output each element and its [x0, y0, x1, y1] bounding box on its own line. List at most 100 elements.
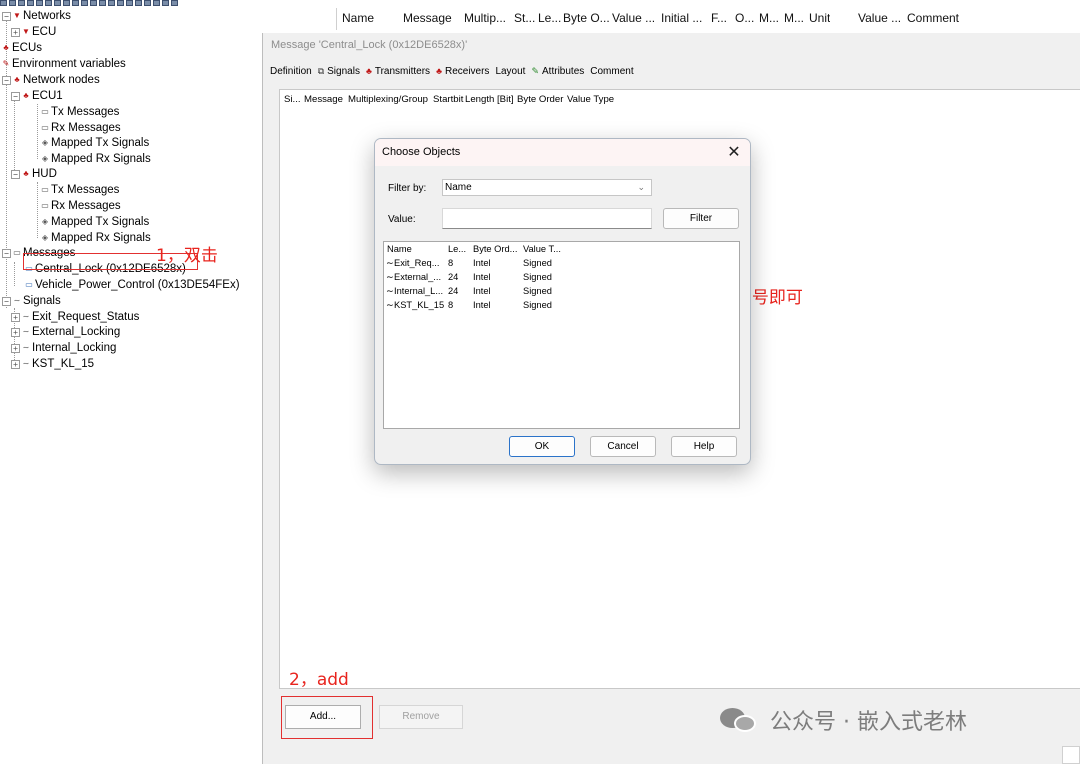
tree-item-network-nodes[interactable]: − ♣ Network nodes: [2, 72, 100, 88]
collapse-icon[interactable]: −: [2, 248, 11, 258]
object-list[interactable]: Name Le... Byte Ord... Value T... ∼ Exit…: [383, 241, 740, 429]
tree-item-ecu1-mapped-tx-signals[interactable]: ◈ Mapped Tx Signals: [41, 135, 149, 151]
column-header[interactable]: Value ...: [858, 11, 901, 25]
column-header[interactable]: Unit: [809, 11, 830, 25]
column-header[interactable]: Name: [387, 244, 412, 254]
column-header[interactable]: Message: [304, 94, 343, 105]
tab-signals[interactable]: ⧉ Signals: [318, 66, 360, 77]
tree-item-ecu-network[interactable]: + ▼ ECU: [11, 24, 56, 40]
tree-item-kst-kl-15[interactable]: + ∼ KST_KL_15: [11, 356, 94, 372]
tree-item-exit-request-status[interactable]: + ∼ Exit_Request_Status: [11, 309, 139, 325]
tree-item-internal-locking[interactable]: + ∼ Internal_Locking: [11, 340, 116, 356]
column-header[interactable]: St...: [514, 11, 535, 25]
expand-icon[interactable]: +: [11, 327, 20, 337]
toolbar-button-icon[interactable]: [144, 0, 151, 6]
cancel-button[interactable]: Cancel: [590, 436, 656, 457]
tab-comment[interactable]: Comment: [590, 66, 633, 77]
tab-layout[interactable]: Layout: [495, 66, 525, 77]
object-row[interactable]: ∼ Exit_Req... 8 Intel Signed: [384, 258, 739, 271]
toolbar-button-icon[interactable]: [171, 0, 178, 6]
close-icon[interactable]: ✕: [724, 142, 744, 162]
tree-item-signals[interactable]: − ∼ Signals: [2, 293, 61, 309]
toolbar-button-icon[interactable]: [162, 0, 169, 6]
collapse-icon[interactable]: −: [11, 169, 20, 179]
expand-icon[interactable]: +: [11, 27, 20, 37]
column-header[interactable]: Value Type: [567, 94, 614, 105]
toolbar-button-icon[interactable]: [81, 0, 88, 6]
toolbar-button-icon[interactable]: [72, 0, 79, 6]
object-row[interactable]: ∼ External_... 24 Intel Signed: [384, 272, 739, 285]
column-header[interactable]: Byte O...: [563, 11, 610, 25]
column-header[interactable]: Value T...: [523, 244, 561, 254]
column-header[interactable]: Multiplexing/Group: [348, 94, 428, 105]
column-header[interactable]: Si...: [284, 94, 301, 105]
collapse-icon[interactable]: −: [2, 75, 11, 85]
column-header[interactable]: Byte Ord...: [473, 244, 517, 254]
column-header[interactable]: Name: [342, 11, 374, 25]
expand-icon[interactable]: +: [11, 343, 20, 353]
tree-item-hud-mapped-tx-signals[interactable]: ◈ Mapped Tx Signals: [41, 214, 149, 230]
collapse-icon[interactable]: −: [11, 91, 20, 101]
object-row[interactable]: ∼ KST_KL_15 8 Intel Signed: [384, 300, 739, 313]
toolbar-button-icon[interactable]: [117, 0, 124, 6]
tree-item-external-locking[interactable]: + ∼ External_Locking: [11, 324, 120, 340]
toolbar-button-icon[interactable]: [135, 0, 142, 6]
tree-item-hud-rx-messages[interactable]: ▭ Rx Messages: [41, 198, 120, 214]
help-button[interactable]: Help: [671, 436, 737, 457]
tree-item-networks[interactable]: − ▼ Networks: [2, 8, 71, 24]
dialog-titlebar[interactable]: Choose Objects ✕: [375, 139, 750, 166]
toolbar-button-icon[interactable]: [27, 0, 34, 6]
column-header[interactable]: Message: [403, 11, 452, 25]
toolbar-button-icon[interactable]: [153, 0, 160, 6]
column-header[interactable]: Le...: [448, 244, 466, 254]
expand-icon[interactable]: +: [11, 359, 20, 369]
tree-item-ecu1[interactable]: − ♣ ECU1: [11, 88, 63, 104]
column-header[interactable]: Value ...: [612, 11, 655, 25]
toolbar-button-icon[interactable]: [18, 0, 25, 6]
column-header[interactable]: O...: [735, 11, 754, 25]
tree-item-ecu1-mapped-rx-signals[interactable]: ◈ Mapped Rx Signals: [41, 151, 151, 167]
tree-item-vehicle-power-control[interactable]: ▭ Vehicle_Power_Control (0x13DE54FEx): [25, 277, 239, 293]
expand-icon[interactable]: +: [11, 312, 20, 322]
ok-button[interactable]: OK: [509, 436, 575, 457]
column-header[interactable]: M...: [784, 11, 804, 25]
column-header[interactable]: Le...: [538, 11, 561, 25]
filter-by-select[interactable]: Name ⌄: [442, 179, 652, 196]
tab-attributes[interactable]: ✎ Attributes: [531, 66, 584, 77]
column-header[interactable]: Comment: [907, 11, 959, 25]
tree-item-hud-tx-messages[interactable]: ▭ Tx Messages: [41, 182, 119, 198]
resize-corner[interactable]: [1062, 746, 1080, 764]
collapse-icon[interactable]: −: [2, 11, 11, 21]
toolbar-button-icon[interactable]: [45, 0, 52, 6]
tree-item-hud-mapped-rx-signals[interactable]: ◈ Mapped Rx Signals: [41, 230, 151, 246]
column-header[interactable]: Length [Bit]: [465, 94, 514, 105]
collapse-icon[interactable]: −: [2, 296, 11, 306]
filter-button[interactable]: Filter: [663, 208, 739, 229]
column-header[interactable]: F...: [711, 11, 727, 25]
tab-transmitters[interactable]: ♣ Transmitters: [366, 66, 430, 77]
remove-button[interactable]: Remove: [379, 705, 463, 729]
tree-item-environment-variables[interactable]: ✎ Environment variables: [2, 56, 126, 72]
value-input[interactable]: [442, 208, 652, 229]
tree-item-ecu1-rx-messages[interactable]: ▭ Rx Messages: [41, 120, 120, 136]
toolbar-button-icon[interactable]: [99, 0, 106, 6]
column-header[interactable]: Startbit: [433, 94, 463, 105]
toolbar-button-icon[interactable]: [54, 0, 61, 6]
toolbar-button-icon[interactable]: [90, 0, 97, 6]
object-row[interactable]: ∼ Internal_L... 24 Intel Signed: [384, 286, 739, 299]
column-header[interactable]: Byte Order: [517, 94, 563, 105]
toolbar-button-icon[interactable]: [36, 0, 43, 6]
toolbar-button-icon[interactable]: [126, 0, 133, 6]
toolbar-button-icon[interactable]: [9, 0, 16, 6]
column-header[interactable]: Multip...: [464, 11, 506, 25]
toolbar-button-icon[interactable]: [0, 0, 7, 6]
column-header[interactable]: Initial ...: [661, 11, 702, 25]
toolbar-button-icon[interactable]: [63, 0, 70, 6]
tree-item-ecus[interactable]: ♣ ECUs: [2, 40, 42, 56]
tree-item-hud[interactable]: − ♣ HUD: [11, 166, 57, 182]
tab-definition[interactable]: Definition: [270, 66, 312, 77]
toolbar-button-icon[interactable]: [108, 0, 115, 6]
tab-receivers[interactable]: ♣ Receivers: [436, 66, 489, 77]
tree-item-ecu1-tx-messages[interactable]: ▭ Tx Messages: [41, 104, 119, 120]
column-header[interactable]: M...: [759, 11, 779, 25]
